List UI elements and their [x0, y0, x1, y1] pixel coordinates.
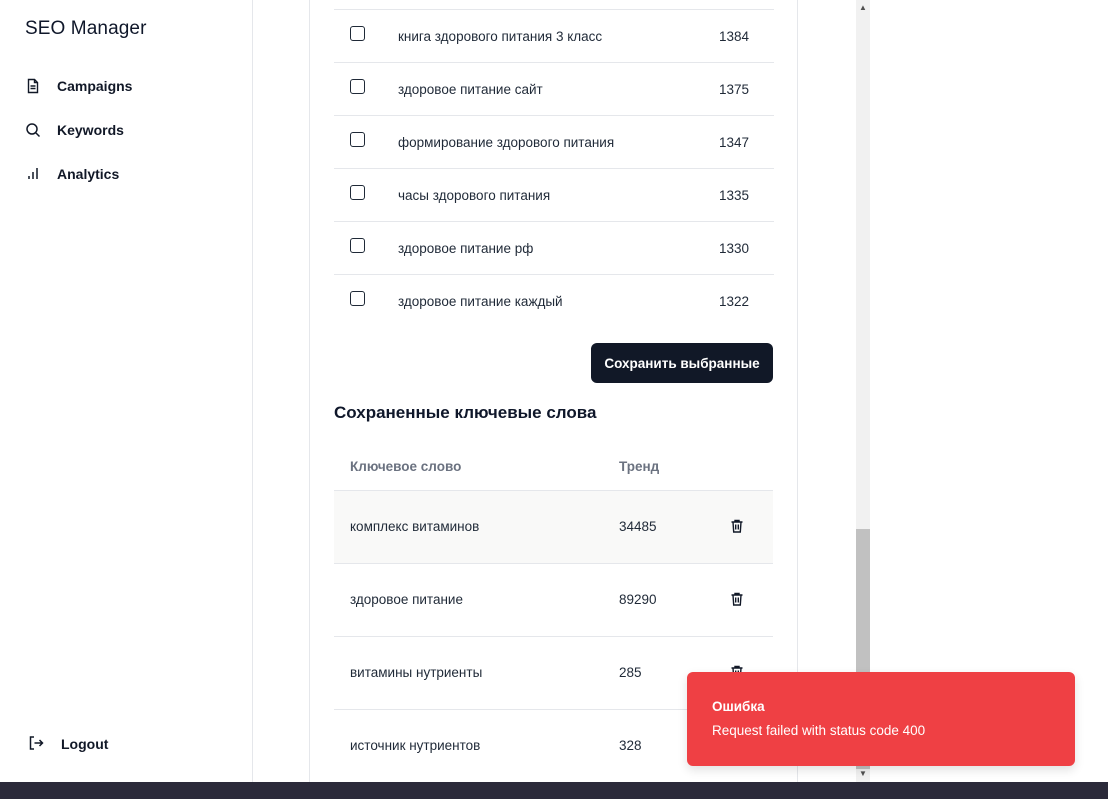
sidebar-item-campaigns[interactable]: Campaigns: [24, 74, 132, 98]
table-row: часы здорового питания 1335: [334, 168, 774, 221]
volume-cell: 1347: [719, 134, 750, 150]
keyword-cell: часы здорового питания: [398, 187, 551, 203]
trend-cell: 34485: [619, 519, 657, 534]
volume-cell: 1375: [719, 81, 750, 97]
row-checkbox[interactable]: [350, 291, 365, 306]
window-frame-right: [1097, 0, 1108, 799]
trend-cell: 285: [619, 665, 642, 680]
keyword-cell: здоровое питание каждый: [398, 293, 563, 309]
keyword-cell: здоровое питание: [350, 592, 463, 607]
trash-icon[interactable]: [729, 591, 745, 607]
volume-cell: 1322: [719, 293, 750, 309]
logout-icon: [28, 735, 46, 753]
keyword-cell: комплекс витаминов: [350, 519, 480, 534]
trash-icon[interactable]: [729, 518, 745, 534]
row-checkbox[interactable]: [350, 185, 365, 200]
logout-label: Logout: [61, 736, 109, 752]
keyword-cell: здоровое питание рф: [398, 240, 534, 256]
row-checkbox[interactable]: [350, 132, 365, 147]
brand-title: SEO Manager: [25, 18, 147, 39]
search-icon: [24, 121, 42, 139]
document-icon: [24, 77, 42, 95]
keyword-cell: формирование здорового питания: [398, 134, 615, 150]
trend-cell: 89290: [619, 592, 657, 607]
header-keyword: Ключевое слово: [350, 459, 462, 474]
volume-cell: 1330: [719, 240, 750, 256]
table-row: здоровое питание каждый 1322: [334, 274, 774, 327]
table-row: здоровое питание рф 1330: [334, 221, 774, 274]
toast-title: Ошибка: [712, 699, 765, 714]
table-row: здоровое питание 89290: [334, 564, 773, 637]
keyword-suggestions-table: книга здорового питания 3 класс 1384 здо…: [334, 9, 774, 327]
logout-button[interactable]: Logout: [28, 735, 108, 753]
row-checkbox[interactable]: [350, 238, 365, 253]
sidebar-item-keywords[interactable]: Keywords: [24, 118, 132, 142]
scroll-down-arrow-icon[interactable]: ▼: [856, 766, 870, 780]
table-header: Ключевое слово Тренд: [334, 442, 773, 491]
sidebar-item-label: Analytics: [57, 166, 120, 182]
toast-message: Request failed with status code 400: [712, 723, 926, 738]
row-checkbox[interactable]: [350, 79, 365, 94]
error-toast[interactable]: Ошибка Request failed with status code 4…: [687, 672, 1075, 766]
row-checkbox[interactable]: [350, 26, 365, 41]
table-row: здоровое питание сайт 1375: [334, 62, 774, 115]
keyword-cell: витамины нутриенты: [350, 665, 483, 680]
sidebar-item-analytics[interactable]: Analytics: [24, 162, 132, 186]
sidebar-item-label: Campaigns: [57, 78, 133, 94]
header-trend: Тренд: [619, 459, 660, 474]
bar-chart-icon: [24, 165, 42, 183]
trend-cell: 328: [619, 738, 642, 753]
sidebar-item-label: Keywords: [57, 122, 124, 138]
window-frame-bottom: [0, 782, 1108, 799]
volume-cell: 1384: [719, 28, 750, 44]
app-window: SEO Manager Campaigns Keywords Analytics…: [0, 0, 1097, 782]
save-selected-button[interactable]: Сохранить выбранные: [591, 343, 773, 383]
saved-keywords-title: Сохраненные ключевые слова: [334, 403, 597, 422]
scroll-up-arrow-icon[interactable]: ▲: [856, 0, 870, 14]
keyword-cell: здоровое питание сайт: [398, 81, 543, 97]
keyword-cell: источник нутриентов: [350, 738, 481, 753]
sidebar: SEO Manager Campaigns Keywords Analytics…: [0, 0, 253, 782]
sidebar-nav: Campaigns Keywords Analytics: [24, 74, 132, 206]
table-row: книга здорового питания 3 класс 1384: [334, 9, 774, 62]
table-row: формирование здорового питания 1347: [334, 115, 774, 168]
right-pane: [870, 0, 1097, 782]
keyword-cell: книга здорового питания 3 класс: [398, 28, 603, 44]
volume-cell: 1335: [719, 187, 750, 203]
table-row: комплекс витаминов 34485: [334, 491, 773, 564]
